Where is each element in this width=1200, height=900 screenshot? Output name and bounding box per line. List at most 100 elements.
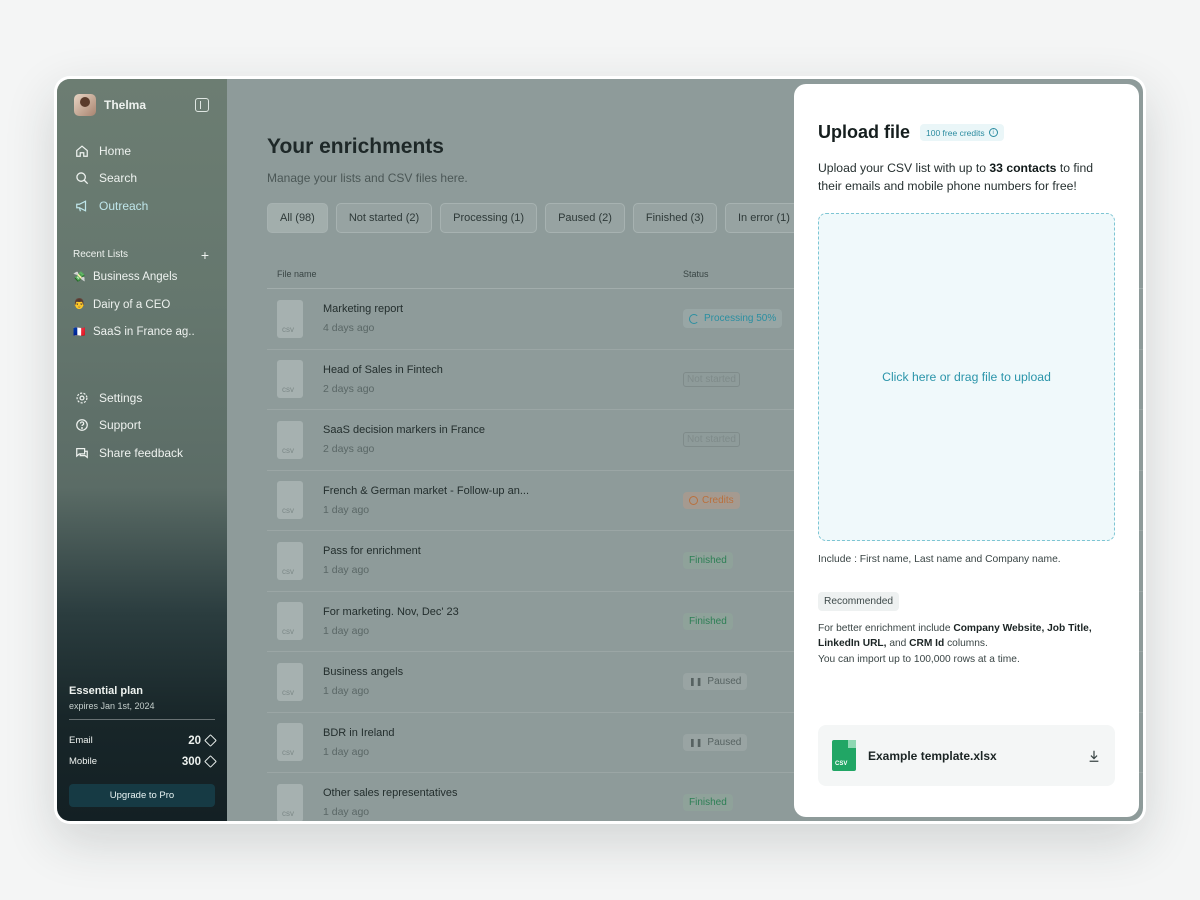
spinner-icon xyxy=(689,313,699,324)
upload-file-panel: Upload file 100 free credits i Upload yo… xyxy=(794,84,1139,817)
file-date: 1 day ago xyxy=(323,745,370,758)
status-badge: Finished xyxy=(683,612,733,630)
desc-text: Upload your CSV list with up to xyxy=(818,161,990,175)
upgrade-button[interactable]: Upgrade to Pro xyxy=(69,784,215,807)
recent-list-item[interactable]: 🇫🇷 SaaS in France ag.. xyxy=(69,319,215,347)
rec-text: and xyxy=(886,638,910,649)
email-credits-value: 20 xyxy=(188,734,217,747)
panel-header: Upload file 100 free credits i xyxy=(818,122,1115,143)
recommended-badge: Recommended xyxy=(818,592,900,611)
recent-list-item[interactable]: 👨 Dairy of a CEO xyxy=(69,291,215,319)
file-name: French & German market - Follow-up an... xyxy=(323,484,530,497)
csv-file-icon: csv xyxy=(277,602,303,641)
mobile-credits: Mobile 300 xyxy=(69,751,217,772)
file-name: Other sales representatives xyxy=(323,787,458,800)
sidebar-collapse-icon[interactable] xyxy=(195,98,209,112)
file-name: Pass for enrichment xyxy=(323,545,421,558)
file-type-label: csv xyxy=(282,808,294,818)
csv-file-icon: csv xyxy=(277,360,303,399)
spreadsheet-icon: CSV xyxy=(832,740,856,771)
status-badge: Finished xyxy=(683,794,733,812)
sidebar-item-search[interactable]: Search xyxy=(69,165,215,193)
contacts-limit: 33 contacts xyxy=(989,161,1057,175)
status-badge: Processing 50% xyxy=(683,309,783,329)
free-credits-badge[interactable]: 100 free credits i xyxy=(920,124,1004,141)
list-emoji: 👨 xyxy=(73,299,86,311)
filter-all[interactable]: All (98) xyxy=(267,203,328,233)
plan-card: Essential plan expires Jan 1st, 2024 Ema… xyxy=(69,685,217,807)
email-credits-count: 20 xyxy=(188,734,201,747)
mobile-credits-value: 300 xyxy=(181,755,217,768)
panel-title: Upload file xyxy=(818,122,911,142)
file-date: 4 days ago xyxy=(323,322,375,335)
required-columns: Include : First name, Last name and Comp… xyxy=(818,554,1061,565)
divider xyxy=(69,719,215,720)
recent-list-label: SaaS in France ag.. xyxy=(93,326,195,339)
recent-lists-header: Recent Lists + xyxy=(69,248,215,262)
template-type-label: CSV xyxy=(835,761,848,767)
file-dropzone[interactable]: Click here or drag file to upload xyxy=(818,213,1115,541)
sidebar-item-outreach[interactable]: Outreach xyxy=(69,192,215,220)
user-name: Thelma xyxy=(104,98,147,112)
row-limit: You can import up to 100,000 rows at a t… xyxy=(818,654,1020,665)
add-list-icon[interactable]: + xyxy=(201,248,209,262)
file-name: Business angels xyxy=(323,666,404,679)
file-type-label: csv xyxy=(282,445,294,455)
secondary-nav: Settings Support Share feedback xyxy=(69,384,215,467)
filter-not-started[interactable]: Not started (2) xyxy=(335,203,433,233)
sidebar-item-label: Share feedback xyxy=(99,445,184,460)
sidebar-item-home[interactable]: Home xyxy=(69,137,215,165)
filter-processing[interactable]: Processing (1) xyxy=(440,203,538,233)
recent-lists: 💸 Business Angels 👨 Dairy of a CEO 🇫🇷 Sa… xyxy=(69,264,215,347)
download-icon[interactable] xyxy=(1087,749,1101,763)
avatar xyxy=(74,94,96,116)
template-name: Example template.xlsx xyxy=(868,748,997,763)
recent-lists-title: Recent Lists xyxy=(73,249,129,260)
status-badge: Credits xyxy=(683,491,740,509)
column-status[interactable]: Status xyxy=(683,269,709,279)
search-icon xyxy=(76,172,89,185)
file-date: 1 day ago xyxy=(323,624,370,637)
column-file-name[interactable]: File name xyxy=(277,269,683,279)
csv-file-icon: csv xyxy=(277,481,303,520)
status-text: Paused xyxy=(707,736,742,748)
user-profile[interactable]: Thelma xyxy=(69,93,215,117)
recommended-columns: For better enrichment include Company We… xyxy=(818,621,1115,651)
warning-icon xyxy=(689,495,698,505)
recent-list-label: Dairy of a CEO xyxy=(93,298,171,311)
filter-in-error[interactable]: In error (1) xyxy=(724,203,803,233)
mobile-credits-count: 300 xyxy=(181,755,201,768)
filter-paused[interactable]: Paused (2) xyxy=(545,203,625,233)
status-badge: ❚❚ Paused xyxy=(683,673,748,691)
app-shell: Thelma Home Search Outreach Recent Lists… xyxy=(57,79,1143,821)
example-template[interactable]: CSV Example template.xlsx xyxy=(818,725,1115,786)
info-icon[interactable]: i xyxy=(988,128,998,137)
sidebar-item-label: Support xyxy=(99,418,142,433)
email-credits: Email 20 xyxy=(69,730,217,751)
plan-expiry: expires Jan 1st, 2024 xyxy=(69,701,155,711)
status-badge: Not started xyxy=(683,432,740,448)
csv-file-icon: csv xyxy=(277,541,303,580)
status-text: Processing 50% xyxy=(704,313,777,325)
upload-description: Upload your CSV list with up to 33 conta… xyxy=(818,159,1115,195)
recent-list-item[interactable]: 💸 Business Angels xyxy=(69,264,215,292)
csv-file-icon: csv xyxy=(277,783,303,821)
status-text: Credits xyxy=(702,494,734,506)
file-name: BDR in Ireland xyxy=(323,726,395,739)
diamond-icon xyxy=(204,755,217,768)
chat-icon xyxy=(76,447,88,459)
list-emoji: 🇫🇷 xyxy=(73,326,86,338)
file-type-label: csv xyxy=(282,566,294,576)
file-name: For marketing. Nov, Dec' 23 xyxy=(323,605,459,618)
sidebar-item-feedback[interactable]: Share feedback xyxy=(69,439,215,467)
csv-file-icon: csv xyxy=(277,662,303,701)
sidebar: Thelma Home Search Outreach Recent Lists… xyxy=(57,79,227,821)
sidebar-item-settings[interactable]: Settings xyxy=(69,384,215,412)
file-date: 2 days ago xyxy=(323,382,375,395)
filter-finished[interactable]: Finished (3) xyxy=(632,203,717,233)
app-window: Thelma Home Search Outreach Recent Lists… xyxy=(54,76,1146,824)
sidebar-item-support[interactable]: Support xyxy=(69,412,215,440)
file-type-label: csv xyxy=(282,748,294,758)
dropzone-label: Click here or drag file to upload xyxy=(882,370,1051,384)
sidebar-item-label: Search xyxy=(99,171,138,186)
